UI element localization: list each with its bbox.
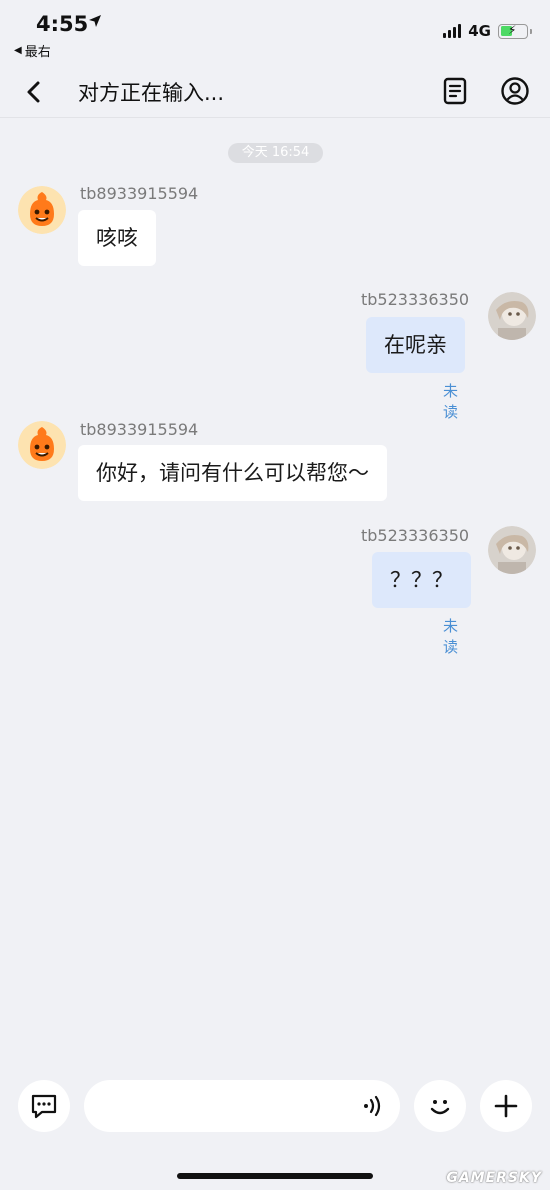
signal-icon [443, 24, 462, 38]
document-list-icon[interactable] [440, 76, 470, 106]
status-time: 4:55 [36, 12, 89, 36]
sender-name: tb523336350 [361, 526, 470, 545]
message-bubble[interactable]: 在呢亲 [366, 317, 465, 373]
chat-timestamp: 今天 16:54 [228, 143, 323, 163]
input-bar [0, 1070, 550, 1142]
nav-bar: 对方正在输入... [0, 64, 550, 118]
photo-avatar-icon [488, 292, 536, 340]
back-to-app-link[interactable]: ◀ 最右 [14, 41, 51, 60]
network-type: 4G [468, 22, 491, 40]
mascot-avatar-icon [18, 421, 66, 469]
message-input[interactable] [102, 1080, 352, 1132]
mascot-avatar-icon [18, 186, 66, 234]
read-status: 未读 [443, 382, 459, 421]
avatar-taobao-mascot[interactable] [18, 186, 66, 234]
avatar-self[interactable] [488, 292, 536, 340]
avatar-self[interactable] [488, 526, 536, 574]
watermark: GAMERSKY [446, 1170, 542, 1186]
quick-reply-button[interactable] [18, 1080, 70, 1132]
user-profile-icon[interactable] [500, 76, 530, 106]
avatar-taobao-mascot[interactable] [18, 421, 66, 469]
smiley-icon [430, 1100, 450, 1115]
message-bubble[interactable]: ？？？ [372, 552, 471, 608]
message-input-field[interactable] [84, 1080, 400, 1132]
back-triangle-icon: ◀ [14, 45, 22, 56]
battery-icon: ⚡ [498, 23, 532, 39]
plus-icon [494, 1094, 518, 1118]
voice-wave-icon[interactable] [360, 1093, 386, 1119]
sender-name: tb523336350 [361, 290, 470, 309]
emoji-button[interactable] [414, 1080, 466, 1132]
message-bubble[interactable]: 你好，请问有什么可以帮您～ [78, 445, 387, 501]
photo-avatar-icon [488, 526, 536, 574]
more-options-button[interactable] [480, 1080, 532, 1132]
status-bar: 4:55 ◀ 最右 4G ⚡ [0, 0, 550, 64]
status-indicators: 4G ⚡ [443, 22, 532, 40]
page-title: 对方正在输入... [78, 81, 225, 105]
sender-name: tb8933915594 [80, 184, 199, 203]
read-status: 未读 [443, 617, 459, 656]
message-bubble[interactable]: 咳咳 [78, 210, 156, 266]
back-app-label: 最右 [24, 45, 51, 60]
chevron-left-icon[interactable] [20, 78, 48, 106]
sender-name: tb8933915594 [80, 420, 199, 439]
location-arrow-icon [89, 15, 101, 27]
home-indicator[interactable] [177, 1173, 373, 1179]
chat-bubble-icon [31, 1094, 57, 1119]
